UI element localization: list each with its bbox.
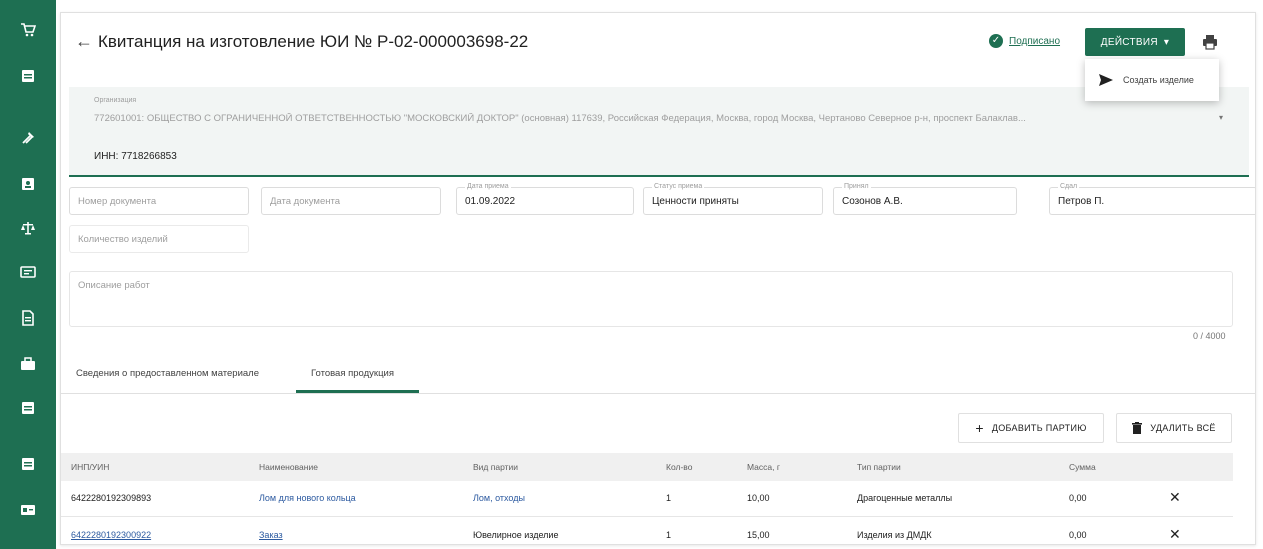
organization-block: Организация 772601001: ОБЩЕСТВО С ОГРАНИ… (69, 87, 1249, 177)
briefcase-icon (21, 357, 35, 370)
document-icon (22, 70, 34, 82)
document-card: ← Квитанция на изготовление ЮИ № Р-02-00… (60, 12, 1256, 545)
row-code: 6422280192309893 (71, 493, 152, 503)
sidebar-item-card[interactable] (0, 490, 56, 530)
sidebar-item-shop[interactable] (0, 10, 56, 50)
inn-value: ИНН: 7718266853 (94, 151, 177, 162)
actions-button[interactable]: ДЕЙСТВИЯ ▾ (1085, 28, 1185, 56)
add-batch-label: ДОБАВИТЬ ПАРТИЮ (991, 423, 1087, 433)
sidebar-item-list-1[interactable] (0, 388, 56, 428)
card-icon (21, 505, 35, 515)
check-circle-icon: ✓ (989, 34, 1003, 48)
items-count-placeholder: Количество изделий (78, 234, 168, 245)
row-kind: Лом, отходы (473, 493, 525, 503)
row-name-link[interactable]: Заказ (259, 530, 283, 540)
scales-icon (21, 222, 35, 235)
sidebar-item-documents[interactable] (0, 56, 56, 96)
document-date-placeholder: Дата документа (270, 196, 340, 207)
delete-all-label: УДАЛИТЬ ВСЁ (1150, 423, 1216, 433)
organization-caption: Организация (94, 97, 137, 104)
row-name-link[interactable]: Лом для нового кольца (259, 493, 356, 503)
document-list-icon (22, 402, 34, 414)
table-header: ИНП/УИН Наименование Вид партии Кол-во М… (61, 453, 1233, 481)
accept-date-caption: Дата приема (465, 183, 511, 190)
work-description-placeholder: Описание работ (78, 280, 150, 291)
send-icon (1099, 74, 1113, 86)
accept-status-field[interactable]: Статус приема Ценности приняты (643, 183, 823, 215)
sidebar-item-briefcase[interactable] (0, 344, 56, 384)
trash-icon (1132, 422, 1143, 434)
tools-icon (22, 132, 34, 144)
row-type: Драгоценные металлы (857, 493, 953, 503)
printer-icon[interactable] (1201, 33, 1219, 51)
items-count-field[interactable]: Количество изделий (69, 225, 249, 253)
signed-status[interactable]: ✓ Подписано (989, 34, 1060, 48)
accept-status-caption: Статус приема (652, 183, 705, 190)
handed-by-caption: Сдал (1058, 183, 1080, 190)
table-row[interactable]: 6422280192300922 Заказ Ювелирное изделие… (61, 518, 1233, 544)
sidebar-item-bank[interactable] (0, 252, 56, 292)
close-icon[interactable]: ✕ (1169, 526, 1181, 543)
handed-by-field[interactable]: Сдал Петров П. (1049, 183, 1255, 215)
accept-date-value: 01.09.2022 (465, 196, 516, 207)
chevron-down-icon: ▾ (1163, 36, 1170, 48)
document-date-field[interactable]: Дата документа (261, 187, 441, 215)
row-mass: 15,00 (747, 530, 770, 540)
row-mass: 10,00 (747, 493, 770, 503)
row-sum: 0,00 (1069, 530, 1087, 540)
bank-icon (20, 266, 36, 278)
document-list-icon (22, 458, 34, 470)
tabs-divider (61, 393, 1255, 394)
actions-label: ДЕЙСТВИЯ (1100, 36, 1158, 48)
row-qty: 1 (666, 530, 672, 540)
signed-link[interactable]: Подписано (1009, 36, 1060, 47)
row-sum: 0,00 (1069, 493, 1087, 503)
row-type: Изделия из ДМДК (857, 530, 932, 540)
organization-select[interactable]: 772601001: ОБЩЕСТВО С ОГРАНИЧЕННОЙ ОТВЕТ… (94, 113, 1214, 124)
column-kind: Вид партии (473, 462, 518, 472)
menu-item-create-item[interactable]: Создать изделие (1123, 75, 1194, 85)
accept-date-field[interactable]: Дата приема 01.09.2022 (456, 183, 634, 215)
row-code-link[interactable]: 6422280192300922 (71, 530, 151, 540)
column-qty: Кол-во (666, 462, 693, 472)
actions-menu: Создать изделие (1085, 59, 1219, 101)
handed-by-value: Петров П. (1058, 196, 1105, 207)
arrow-left-icon[interactable]: ← (75, 31, 93, 52)
sidebar-item-list-2[interactable] (0, 444, 56, 484)
shop-cart-icon (21, 23, 36, 37)
tab-finished-products[interactable]: Готовая продукция (311, 368, 394, 379)
sidebar-item-badge[interactable] (0, 164, 56, 204)
sidebar-item-scales[interactable] (0, 208, 56, 248)
accept-status-value: Ценности приняты (652, 196, 739, 207)
row-kind: Ювелирное изделие (473, 530, 559, 540)
accepted-by-caption: Принял (842, 183, 871, 190)
document-number-placeholder: Номер документа (78, 196, 157, 207)
column-type: Тип партии (857, 462, 901, 472)
column-sum: Сумма (1069, 462, 1096, 472)
accepted-by-value: Созонов А.В. (842, 196, 903, 207)
character-counter: 0 / 4000 (1193, 331, 1226, 341)
add-batch-button[interactable]: + ДОБАВИТЬ ПАРТИЮ (958, 413, 1104, 443)
badge-icon (22, 178, 34, 190)
document-number-field[interactable]: Номер документа (69, 187, 249, 215)
chevron-down-icon[interactable]: ▾ (1219, 113, 1223, 122)
column-code: ИНП/УИН (71, 462, 110, 472)
row-qty: 1 (666, 493, 672, 503)
tab-material-info[interactable]: Сведения о предоставленном материале (76, 368, 259, 379)
work-description-field[interactable]: Описание работ (69, 271, 1233, 327)
delete-all-button[interactable]: УДАЛИТЬ ВСЁ (1116, 413, 1232, 443)
page-title: Квитанция на изготовление ЮИ № Р-02-0000… (98, 32, 529, 51)
plus-icon: + (975, 420, 984, 436)
column-mass: Масса, г (747, 462, 780, 472)
sidebar-item-files[interactable] (0, 298, 56, 338)
accepted-by-field[interactable]: Принял Созонов А.В. (833, 183, 1017, 215)
table-row[interactable]: 6422280192309893 Лом для нового кольца Л… (61, 481, 1233, 517)
file-icon (22, 310, 34, 326)
sidebar (0, 0, 56, 549)
column-name: Наименование (259, 462, 318, 472)
sidebar-item-tools[interactable] (0, 118, 56, 158)
close-icon[interactable]: ✕ (1169, 489, 1181, 506)
